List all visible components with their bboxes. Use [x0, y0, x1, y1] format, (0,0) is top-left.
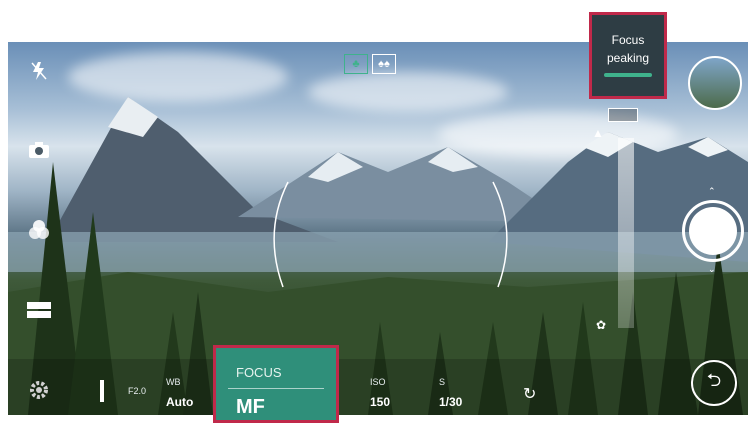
focus-range-icon [608, 108, 638, 122]
gallery-thumbnail[interactable] [688, 56, 742, 110]
back-button[interactable]: ⮌ [691, 360, 737, 406]
focus-peaking-line2: peaking [606, 51, 650, 65]
shutter-inner [689, 207, 737, 255]
iso-label: ISO [370, 377, 386, 387]
flash-off-icon[interactable] [24, 58, 54, 84]
reset-icon[interactable]: ↻ [523, 384, 536, 404]
focus-value: MF [236, 396, 265, 418]
aperture-label: F2.0 [128, 386, 147, 396]
tree-icon[interactable]: ♣ [344, 54, 368, 74]
focus-mode-button[interactable]: FOCUS MF [213, 345, 339, 423]
grid-icon[interactable] [24, 297, 54, 323]
focus-peaking-line1: Focus [611, 33, 645, 47]
chevron-up-icon: ⌃ [708, 186, 716, 196]
shutter-label: S [439, 377, 446, 387]
shutter-button[interactable] [682, 200, 744, 262]
focus-divider [228, 388, 324, 389]
focus-peaking-button[interactable]: Focus peaking [589, 12, 667, 99]
exposure-slider-icon[interactable] [100, 380, 104, 402]
wb-label: WB [166, 377, 181, 387]
focus-label: FOCUS [236, 365, 282, 380]
filter-icon[interactable] [24, 217, 54, 243]
trees-icon[interactable]: ♠♠ [372, 54, 396, 74]
chevron-down-icon: ⌄ [708, 264, 716, 274]
focus-peaking-indicator [604, 73, 652, 77]
shutter-value[interactable]: 1/30 [439, 395, 462, 409]
wb-value[interactable]: Auto [166, 395, 193, 409]
camera-switch-icon[interactable] [24, 137, 54, 163]
focus-slider[interactable] [618, 138, 634, 328]
mountain-icon: ▲ [592, 126, 604, 140]
iso-value[interactable]: 150 [370, 395, 390, 409]
macro-flower-icon: ✿ [596, 318, 607, 332]
